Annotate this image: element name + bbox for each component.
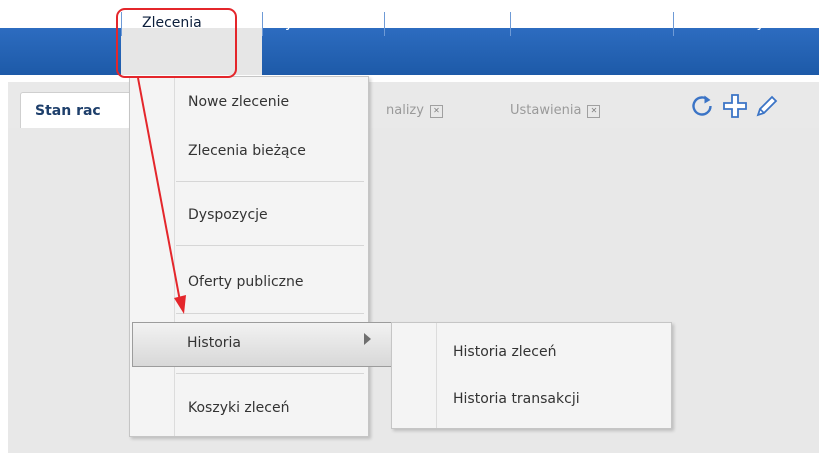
annotation-arrow xyxy=(137,77,186,314)
application-window: Portfel ▼ Zlecenia ▼ Rynek ▼ Wnioski ▼ Ustaw… xyxy=(0,0,819,461)
